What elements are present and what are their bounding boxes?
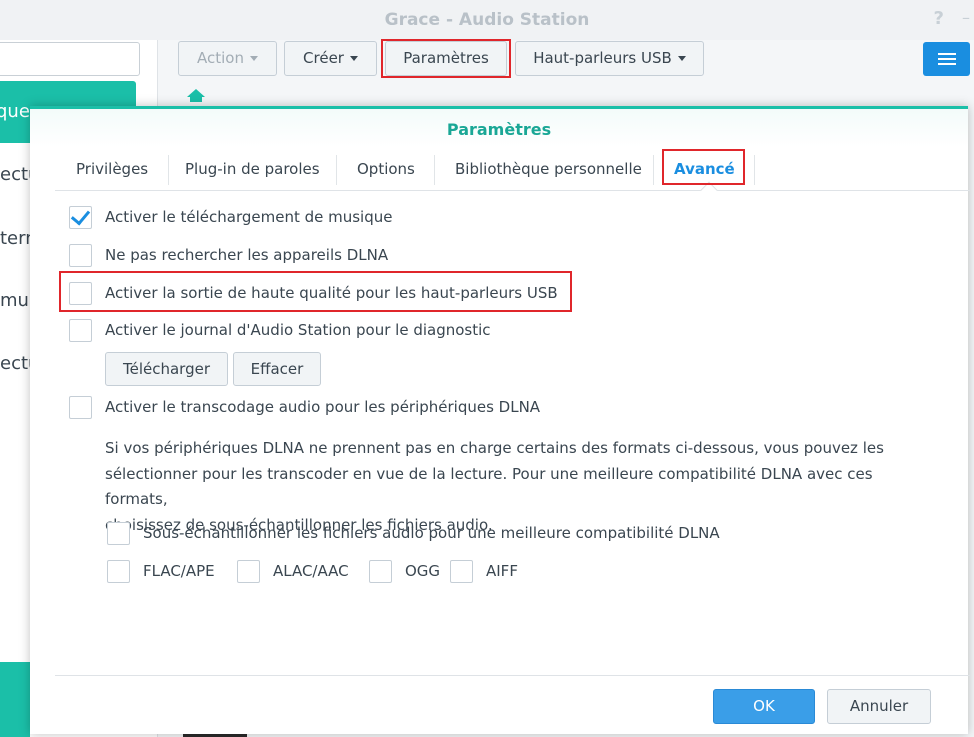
sidebar-item-label: que [0, 101, 30, 122]
tab-personal-library[interactable]: Bibliothèque personnelle [455, 151, 642, 187]
transcode-help-line: sélectionner pour les transcoder en vue … [105, 464, 873, 509]
tab-divider [434, 155, 435, 185]
debug-log-checkbox[interactable] [69, 319, 92, 342]
action-button-label: Action [197, 49, 244, 67]
download-music-checkbox[interactable] [69, 206, 92, 229]
format-flac-ape-checkbox[interactable] [107, 560, 130, 583]
clear-log-label: Effacer [250, 360, 304, 378]
download-log-button[interactable]: Télécharger [105, 352, 228, 386]
settings-dialog: Paramètres Privilèges Plug-in de paroles… [30, 106, 970, 734]
chevron-down-icon [349, 56, 358, 61]
menu-button[interactable] [923, 42, 970, 76]
help-icon[interactable]: ? [934, 8, 944, 29]
format-ogg-label: OGG [405, 562, 441, 580]
chevron-down-icon [249, 56, 258, 61]
usb-speakers-button[interactable]: Haut-parleurs USB [515, 41, 704, 76]
dlna-transcode-label: Activer le transcodage audio pour les pé… [105, 398, 541, 416]
format-flac-ape-label: FLAC/APE [143, 562, 215, 580]
sidebar-bottom-panel [0, 662, 30, 737]
clear-log-button[interactable]: Effacer [233, 352, 321, 386]
home-icon[interactable] [186, 88, 206, 102]
downsample-label: Sous-échantillonner les fichiers audio p… [143, 524, 720, 542]
transcode-help-line: Si vos périphériques DLNA ne prennent pa… [105, 439, 884, 457]
menu-icon-bar [938, 63, 956, 65]
minimize-icon[interactable]: – [962, 8, 970, 27]
format-alac-aac-checkbox[interactable] [237, 560, 260, 583]
no-dlna-search-label: Ne pas rechercher les appareils DLNA [105, 246, 389, 264]
menu-icon-bar [938, 58, 956, 60]
format-aiff-label: AIFF [486, 562, 518, 580]
downsample-checkbox[interactable] [107, 522, 130, 545]
window-title: Grace - Audio Station [384, 10, 590, 30]
download-log-label: Télécharger [122, 360, 210, 378]
tab-divider [168, 155, 169, 185]
dialog-tabs: Privilèges Plug-in de paroles Options Bi… [55, 151, 970, 191]
menu-icon-bar [938, 53, 956, 55]
dlna-transcode-checkbox[interactable] [69, 396, 92, 419]
window-title-bar: Grace - Audio Station [0, 0, 974, 40]
dialog-title: Paramètres [30, 109, 968, 147]
chevron-down-icon [677, 56, 686, 61]
download-music-label: Activer le téléchargement de musique [105, 208, 393, 226]
settings-button-highlight [381, 39, 511, 78]
ok-button[interactable]: OK [713, 689, 815, 724]
tab-lyrics-plugin[interactable]: Plug-in de paroles [185, 151, 320, 187]
debug-log-label: Activer le journal d'Audio Station pour … [105, 321, 491, 339]
sidebar-search-input[interactable] [0, 42, 140, 76]
action-button[interactable]: Action [178, 41, 277, 76]
usb-speakers-button-label: Haut-parleurs USB [533, 49, 672, 67]
create-button-label: Créer [303, 49, 344, 67]
tab-divider [336, 155, 337, 185]
cancel-button-label: Annuler [849, 697, 909, 715]
ok-button-label: OK [753, 697, 775, 715]
tab-divider [754, 155, 755, 185]
tab-divider [653, 155, 654, 185]
format-alac-aac-label: ALAC/AAC [273, 562, 349, 580]
tab-options[interactable]: Options [357, 151, 415, 187]
dialog-footer-divider [55, 675, 970, 676]
tab-privileges[interactable]: Privilèges [76, 151, 148, 187]
format-ogg-checkbox[interactable] [369, 560, 392, 583]
no-dlna-search-checkbox[interactable] [69, 244, 92, 267]
advanced-tab-highlight [662, 149, 745, 185]
transcode-help-text: Si vos périphériques DLNA ne prennent pa… [105, 436, 925, 538]
usb-hq-output-highlight [59, 271, 572, 312]
cancel-button[interactable]: Annuler [827, 689, 931, 724]
format-aiff-checkbox[interactable] [450, 560, 473, 583]
create-button[interactable]: Créer [284, 41, 377, 76]
